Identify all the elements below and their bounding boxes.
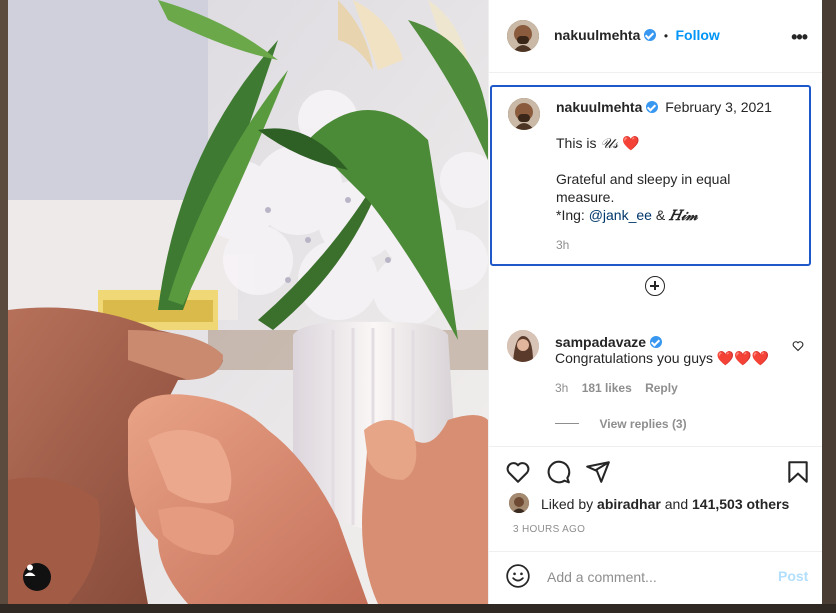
share-icon[interactable] — [585, 459, 611, 490]
comment-time: 3h — [555, 381, 569, 395]
post-side-panel: nakuulmehta • Follow ••• nakuulmehta Feb… — [488, 0, 822, 604]
photo-illustration — [8, 0, 488, 604]
caption-script-text: 𝒰𝓈 — [600, 136, 619, 152]
caption-line-2: Grateful and sleepy in equal — [556, 171, 731, 187]
caption-time: 3h — [556, 238, 570, 252]
post-header: nakuulmehta • Follow ••• — [489, 0, 822, 73]
follow-button[interactable]: Follow — [675, 27, 719, 43]
verified-icon — [650, 336, 663, 348]
avatar[interactable] — [507, 20, 539, 52]
heart-icon[interactable] — [505, 459, 531, 490]
bg-tile — [0, 0, 8, 613]
view-replies-label: View replies (3) — [599, 417, 687, 431]
post-modal: nakuulmehta • Follow ••• nakuulmehta Feb… — [8, 0, 822, 604]
caption: nakuulmehta February 3, 2021 This is 𝒰𝓈 … — [490, 85, 811, 266]
comment-username[interactable]: sampadavaze — [555, 334, 646, 350]
verified-icon — [644, 29, 657, 41]
bg-tile — [0, 604, 836, 613]
likes-text: Liked by — [541, 496, 598, 512]
caption-header: nakuulmehta February 3, 2021 — [556, 98, 772, 116]
reply-button[interactable]: Reply — [645, 381, 678, 395]
like-comment-icon[interactable] — [792, 339, 804, 357]
caption-text: & — [651, 207, 670, 223]
header-title: nakuulmehta • Follow — [554, 27, 720, 45]
mention-link[interactable]: @jank_ee — [589, 207, 652, 223]
caption-line-1: This is 𝒰𝓈 ❤️ — [556, 134, 639, 153]
comment-meta: 3h 181 likes Reply — [555, 381, 678, 395]
emoji-icon[interactable] — [505, 563, 531, 594]
caption-script-text: 𝐻𝒾𝓂 — [669, 208, 698, 224]
caption-text: *Ing: — [556, 207, 589, 223]
replies-divider — [555, 423, 579, 424]
caption-avatar[interactable] — [508, 98, 540, 130]
comment-likes[interactable]: 181 likes — [582, 381, 632, 395]
verified-icon — [646, 101, 659, 113]
view-replies-button[interactable]: View replies (3) — [555, 415, 687, 433]
caption-text: This is — [556, 135, 601, 151]
caption-date: February 3, 2021 — [665, 99, 772, 115]
comment-text: Congratulations you guys ❤️❤️❤️ — [555, 350, 770, 366]
post-photo[interactable] — [8, 0, 488, 604]
bookmark-icon[interactable] — [785, 459, 811, 490]
user-tag-icon[interactable] — [23, 563, 51, 591]
comment-avatar[interactable] — [507, 330, 539, 362]
heart-emoji: ❤️ — [622, 135, 640, 151]
comment-input[interactable] — [545, 566, 769, 588]
post-button[interactable]: Post — [778, 568, 808, 584]
username-link[interactable]: nakuulmehta — [554, 27, 640, 43]
liker-avatar[interactable] — [509, 493, 529, 513]
likes-count[interactable]: 141,503 others — [692, 496, 789, 512]
add-comment-bar: Post — [489, 551, 822, 604]
caption-line-4: *Ing: @jank_ee & 𝐻𝒾𝓂 — [556, 206, 698, 225]
bg-tile — [822, 0, 836, 613]
more-icon[interactable]: ••• — [791, 27, 808, 48]
post-timestamp[interactable]: 3 HOURS AGO — [513, 524, 585, 535]
caption-line-3: measure. — [556, 189, 615, 205]
likes-summary: Liked by abiradhar and 141,503 others — [541, 496, 789, 512]
liker-username[interactable]: abiradhar — [597, 496, 661, 512]
separator-dot: • — [663, 29, 669, 43]
comment-icon[interactable] — [545, 459, 571, 490]
likes-text: and — [660, 496, 692, 512]
caption-username[interactable]: nakuulmehta — [556, 99, 642, 115]
plus-circle-icon[interactable] — [645, 276, 665, 296]
